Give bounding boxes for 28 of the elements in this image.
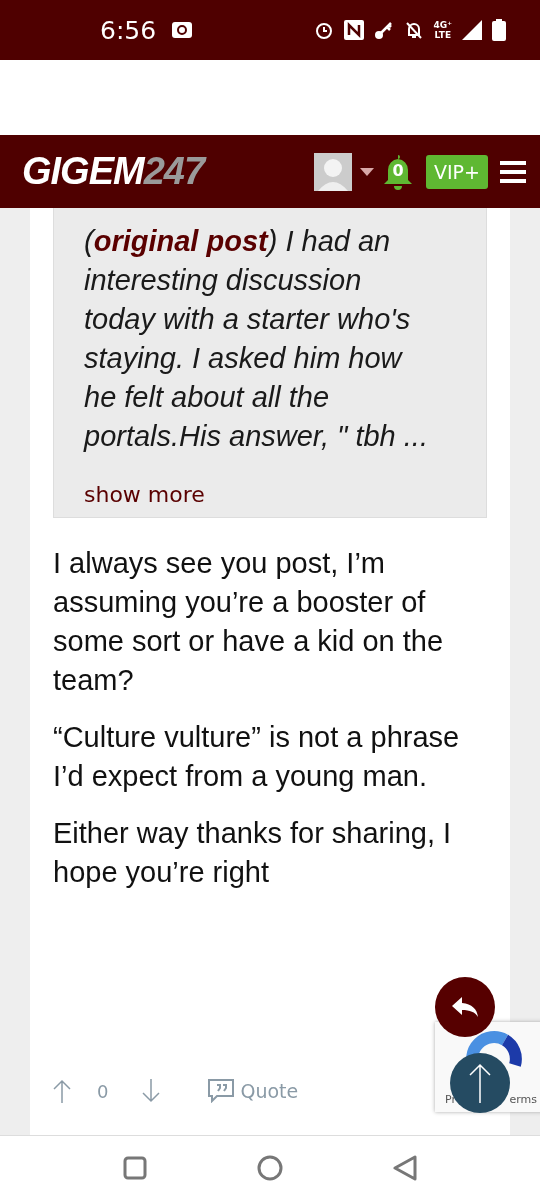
network-type: 4G⁺ LTE xyxy=(433,20,452,40)
post-paragraph: “Culture vulture” is not a phrase I’d expect from a young man. xyxy=(53,720,461,794)
terms-link[interactable]: erms xyxy=(509,1093,537,1106)
quote-icon xyxy=(208,1079,235,1103)
battery-icon xyxy=(492,19,506,41)
show-more-link[interactable]: show more xyxy=(84,482,205,507)
downvote-icon[interactable] xyxy=(142,1079,161,1103)
reply-icon xyxy=(450,995,480,1019)
nfc-icon xyxy=(343,20,364,40)
back-icon[interactable] xyxy=(393,1155,417,1181)
avatar-icon[interactable] xyxy=(314,152,352,191)
screen-record-icon xyxy=(172,22,193,38)
menu-icon[interactable] xyxy=(500,160,526,183)
post-paragraph: Either way thanks for sharing, I hope you’re right xyxy=(53,816,453,890)
caret-icon[interactable] xyxy=(360,167,374,176)
arrow-up-icon xyxy=(468,1063,492,1103)
signal-icon xyxy=(462,20,482,40)
post-paragraph: I always see you post, I’m assuming you’re a booster of some sort or have a kid on the team? xyxy=(53,546,445,698)
home-icon[interactable] xyxy=(257,1155,283,1181)
muted-bell-icon xyxy=(403,20,424,40)
clock: 6:56 xyxy=(100,15,157,45)
quote-text: (original post) I had an interesting discussion today with a starter who's staying. I asked him how he felt about all the portals.His answer, " tbh ... xyxy=(84,224,429,454)
upvote-icon[interactable] xyxy=(53,1079,71,1103)
alarm-icon xyxy=(313,20,334,40)
vote-count: 0 xyxy=(97,1080,109,1102)
site-logo[interactable]: GIGEM247 xyxy=(22,150,205,193)
key-icon xyxy=(373,20,394,40)
recents-icon[interactable] xyxy=(123,1156,147,1180)
